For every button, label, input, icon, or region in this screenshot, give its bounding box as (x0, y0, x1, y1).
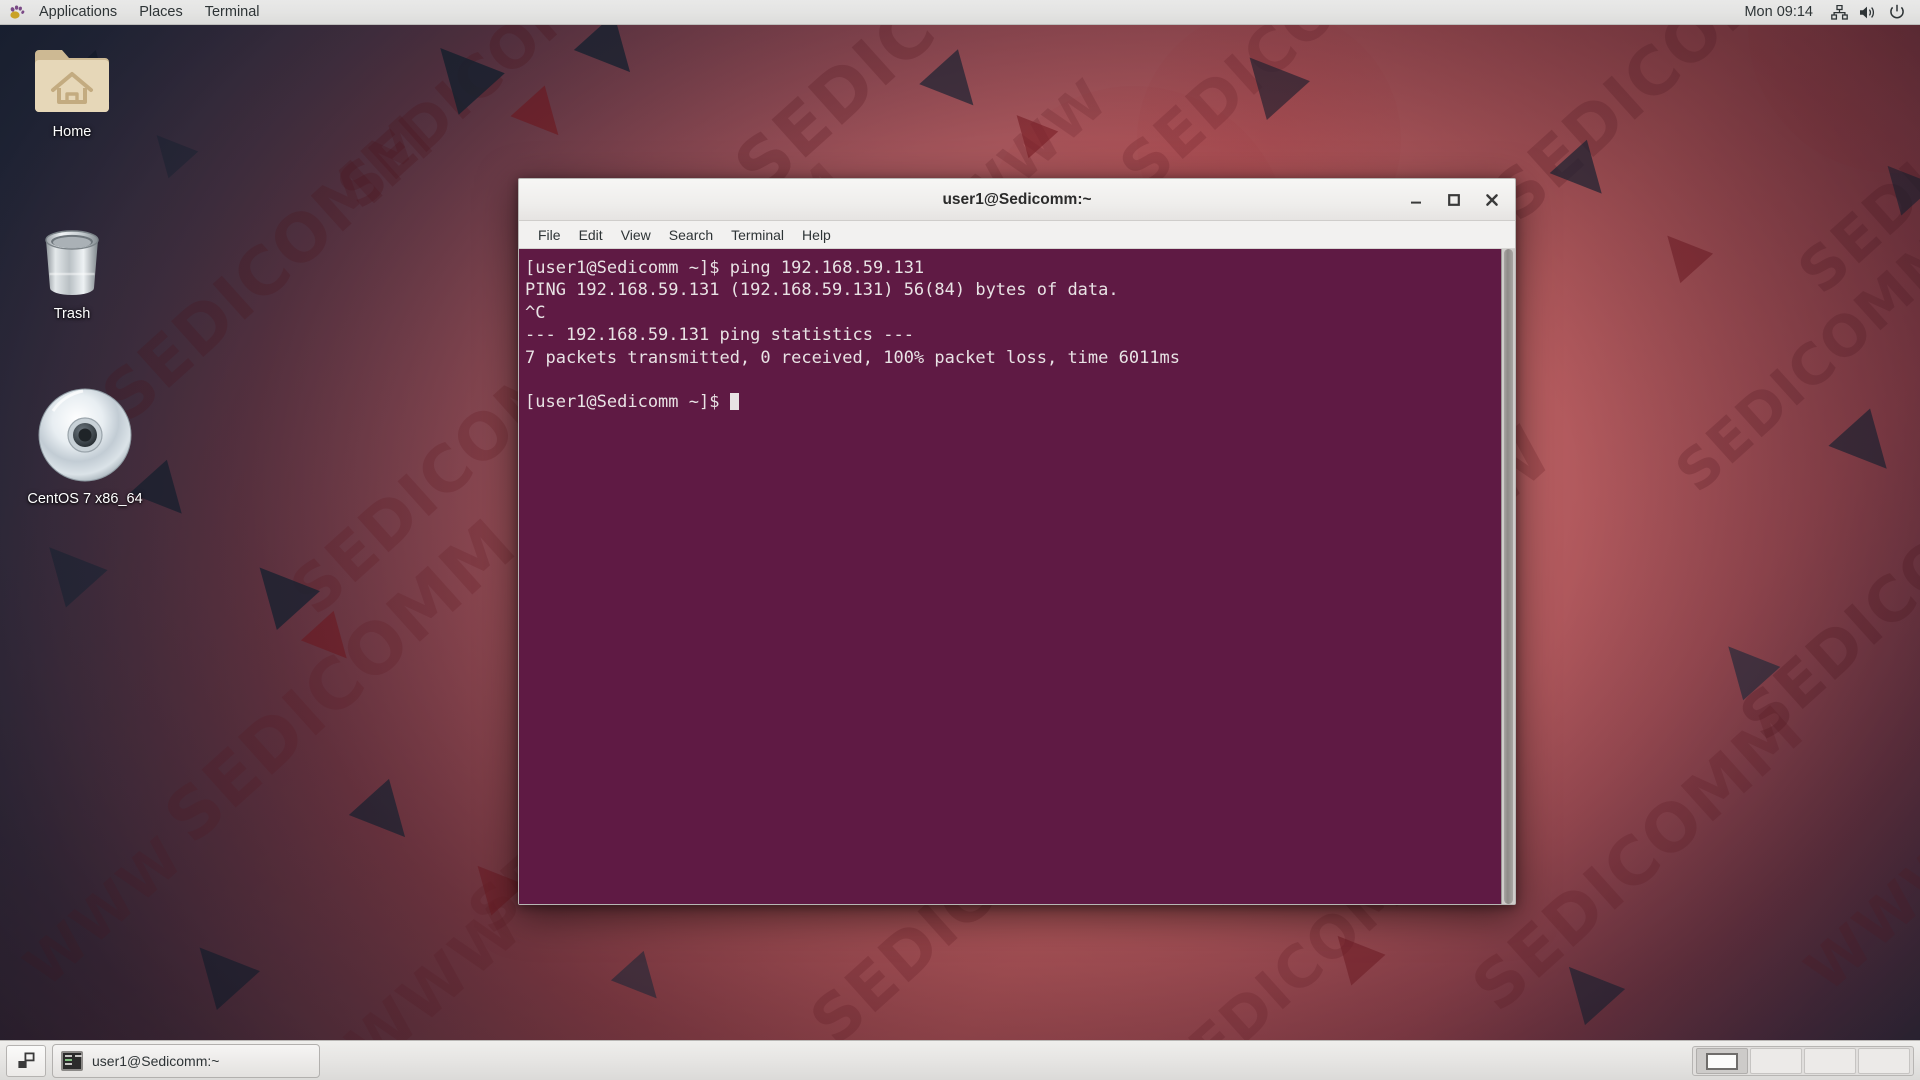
terminal-scrollbar[interactable] (1501, 249, 1515, 904)
desktop-icon-label: Home (52, 124, 92, 140)
terminal-output[interactable]: [user1@Sedicomm ~]$ ping 192.168.59.131 P… (519, 249, 1501, 904)
workspace-1[interactable] (1696, 1047, 1748, 1074)
close-button[interactable] (1481, 189, 1503, 211)
menu-edit[interactable]: Edit (570, 224, 612, 246)
optical-disc-icon (38, 388, 132, 482)
desktop-icon-label: Trash (53, 306, 91, 322)
menu-file[interactable]: File (529, 224, 570, 246)
system-tray: Mon 09:14 (1734, 0, 1920, 25)
desktop-icon-home[interactable]: Home (12, 42, 132, 141)
terminal-line: ^C (525, 302, 546, 323)
network-wired-icon[interactable] (1826, 0, 1852, 25)
maximize-button[interactable] (1443, 189, 1465, 211)
menu-search[interactable]: Search (660, 224, 722, 246)
terminal-line: 7 packets transmitted, 0 received, 100% … (525, 347, 1181, 368)
places-menu[interactable]: Places (128, 0, 194, 25)
minimize-button[interactable] (1405, 189, 1427, 211)
menu-help[interactable]: Help (793, 224, 840, 246)
task-label: user1@Sedicomm:~ (92, 1052, 220, 1069)
terminal-window[interactable]: user1@Sedicomm:~ File Edit View Search T… (518, 178, 1516, 905)
top-panel: Applications Places Terminal Mon 09:14 (0, 0, 1920, 25)
terminal-menubar: File Edit View Search Terminal Help (519, 221, 1515, 249)
terminal-titlebar[interactable]: user1@Sedicomm:~ (519, 179, 1515, 221)
top-panel-menus: Applications Places Terminal (0, 0, 271, 25)
power-button-icon[interactable] (1884, 0, 1910, 25)
terminal-menu[interactable]: Terminal (194, 0, 271, 25)
desktop-icon-centos-disc[interactable]: CentOS 7 x86_64 (10, 385, 160, 508)
terminal-line: PING 192.168.59.131 (192.168.59.131) 56(… (525, 280, 1119, 301)
taskbar-terminal[interactable]: user1@Sedicomm:~ (52, 1043, 320, 1078)
terminal-icon (61, 1050, 83, 1071)
bottom-panel: user1@Sedicomm:~ (0, 1040, 1920, 1080)
workspace-switcher (1692, 1045, 1914, 1076)
terminal-line: [user1@Sedicomm ~]$ ping 192.168.59.131 (525, 258, 925, 278)
speaker-volume-icon[interactable] (1855, 0, 1881, 25)
workspace-window-thumbnail (1706, 1052, 1738, 1070)
clock[interactable]: Mon 09:14 (1734, 4, 1823, 20)
trash-can-icon (45, 230, 99, 295)
task-list: user1@Sedicomm:~ (52, 1043, 320, 1078)
workspace-2[interactable] (1750, 1047, 1802, 1074)
window-controls (1405, 179, 1503, 221)
terminal-body[interactable]: [user1@Sedicomm ~]$ ping 192.168.59.131 P… (519, 249, 1515, 904)
terminal-line: [user1@Sedicomm ~]$ (525, 391, 1501, 413)
gnome-footprint-icon (8, 4, 26, 20)
desktop-screen: SEDICOMMSEDICOMMSEDICOMMSEDICOMMSEDICOMM… (0, 0, 1920, 1080)
menu-terminal[interactable]: Terminal (722, 224, 793, 246)
terminal-line: --- 192.168.59.131 ping statistics --- (525, 325, 914, 346)
desktop-icon-trash[interactable]: Trash (12, 222, 132, 323)
window-title: user1@Sedicomm:~ (942, 190, 1092, 208)
menu-view[interactable]: View (612, 224, 660, 246)
terminal-cursor (729, 393, 739, 411)
workspace-4[interactable] (1858, 1047, 1910, 1074)
workspace-3[interactable] (1804, 1047, 1856, 1074)
desktop-icon-label: CentOS 7 x86_64 (27, 491, 143, 507)
applications-menu[interactable]: Applications (28, 0, 128, 25)
show-desktop-icon[interactable] (6, 1044, 46, 1077)
scrollbar-thumb[interactable] (1504, 249, 1513, 904)
home-folder-icon (35, 50, 109, 112)
